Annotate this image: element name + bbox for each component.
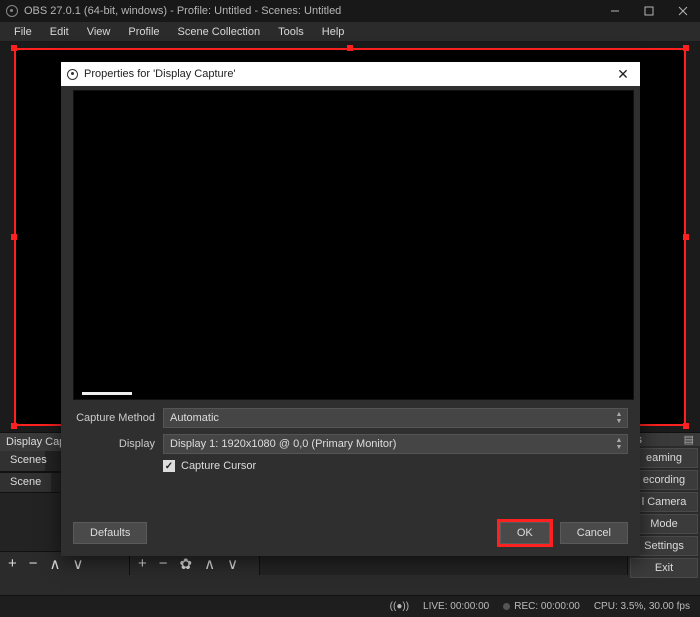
remove-scene-icon[interactable]: − <box>29 555 38 572</box>
app-icon <box>6 5 18 17</box>
select-spinner-icon[interactable]: ▲▼ <box>613 436 625 452</box>
capture-cursor-checkbox[interactable]: ✓ Capture Cursor <box>163 460 628 472</box>
display-label: Display <box>73 438 155 450</box>
dialog-close-button[interactable]: ✕ <box>606 62 640 86</box>
dialog-titlebar: Properties for 'Display Capture' ✕ <box>61 62 640 86</box>
resize-handle[interactable] <box>683 45 689 51</box>
exit-button[interactable]: Exit <box>630 558 698 578</box>
menu-profile[interactable]: Profile <box>120 24 167 40</box>
menu-file[interactable]: File <box>6 24 40 40</box>
resize-handle[interactable] <box>11 423 17 429</box>
resize-handle[interactable] <box>683 234 689 240</box>
add-source-icon[interactable]: + <box>138 555 147 572</box>
start-recording-button[interactable]: ecording <box>630 470 698 490</box>
minimize-button[interactable] <box>598 0 632 22</box>
menu-scene-collection[interactable]: Scene Collection <box>170 24 269 40</box>
broadcast-icon: ((●)) <box>390 601 409 612</box>
rec-indicator-icon <box>503 603 510 610</box>
scene-down-icon[interactable]: ∨ <box>73 555 84 573</box>
status-cpu: CPU: 3.5%, 30.00 fps <box>594 601 690 612</box>
checkbox-icon: ✓ <box>163 460 175 472</box>
resize-handle[interactable] <box>11 234 17 240</box>
menu-help[interactable]: Help <box>314 24 353 40</box>
menu-view[interactable]: View <box>79 24 119 40</box>
window-titlebar: OBS 27.0.1 (64-bit, windows) - Profile: … <box>0 0 700 22</box>
status-rec: REC: 00:00:00 <box>514 601 580 612</box>
dialog-title: Properties for 'Display Capture' <box>84 68 236 80</box>
dialog-form: Capture Method Automatic ▲▼ Display Disp… <box>61 402 640 472</box>
resize-handle[interactable] <box>347 45 353 51</box>
menubar: File Edit View Profile Scene Collection … <box>0 22 700 42</box>
dock-icon[interactable]: ▤ <box>684 433 694 446</box>
display-value: Display 1: 1920x1080 @ 0,0 (Primary Moni… <box>170 438 396 450</box>
menu-tools[interactable]: Tools <box>270 24 312 40</box>
virtual-camera-button[interactable]: l Camera <box>630 492 698 512</box>
scene-up-icon[interactable]: ∧ <box>50 555 61 573</box>
source-props-icon[interactable]: ✿ <box>180 555 193 573</box>
start-streaming-button[interactable]: eaming <box>630 448 698 468</box>
remove-source-icon[interactable]: − <box>159 555 168 572</box>
ok-button[interactable]: OK <box>500 522 550 544</box>
tab-scene[interactable]: Scene <box>0 473 51 492</box>
tab-scenes[interactable]: Scenes <box>0 451 45 471</box>
capture-cursor-label: Capture Cursor <box>181 460 256 472</box>
add-scene-icon[interactable]: + <box>8 555 17 572</box>
status-bar: ((●)) LIVE: 00:00:00 REC: 00:00:00 CPU: … <box>0 595 700 617</box>
resize-handle[interactable] <box>683 423 689 429</box>
display-select[interactable]: Display 1: 1920x1080 @ 0,0 (Primary Moni… <box>163 434 628 454</box>
window-title: OBS 27.0.1 (64-bit, windows) - Profile: … <box>24 5 341 17</box>
dialog-app-icon <box>67 69 78 80</box>
source-down-icon[interactable]: ∨ <box>227 555 238 573</box>
capture-method-select[interactable]: Automatic ▲▼ <box>163 408 628 428</box>
menu-edit[interactable]: Edit <box>42 24 77 40</box>
capture-method-value: Automatic <box>170 412 219 424</box>
dialog-button-row: Defaults OK Cancel <box>61 514 640 556</box>
status-live: LIVE: 00:00:00 <box>423 601 489 612</box>
maximize-button[interactable] <box>632 0 666 22</box>
defaults-button[interactable]: Defaults <box>73 522 147 544</box>
capture-method-label: Capture Method <box>73 412 155 424</box>
source-up-icon[interactable]: ∧ <box>204 555 215 573</box>
dialog-preview <box>73 90 634 400</box>
settings-button[interactable]: Settings <box>630 536 698 556</box>
cancel-button[interactable]: Cancel <box>560 522 628 544</box>
preview-scrub <box>82 392 132 395</box>
resize-handle[interactable] <box>11 45 17 51</box>
properties-dialog: Properties for 'Display Capture' ✕ Captu… <box>61 62 640 556</box>
select-spinner-icon[interactable]: ▲▼ <box>613 410 625 426</box>
close-button[interactable] <box>666 0 700 22</box>
studio-mode-button[interactable]: Mode <box>630 514 698 534</box>
